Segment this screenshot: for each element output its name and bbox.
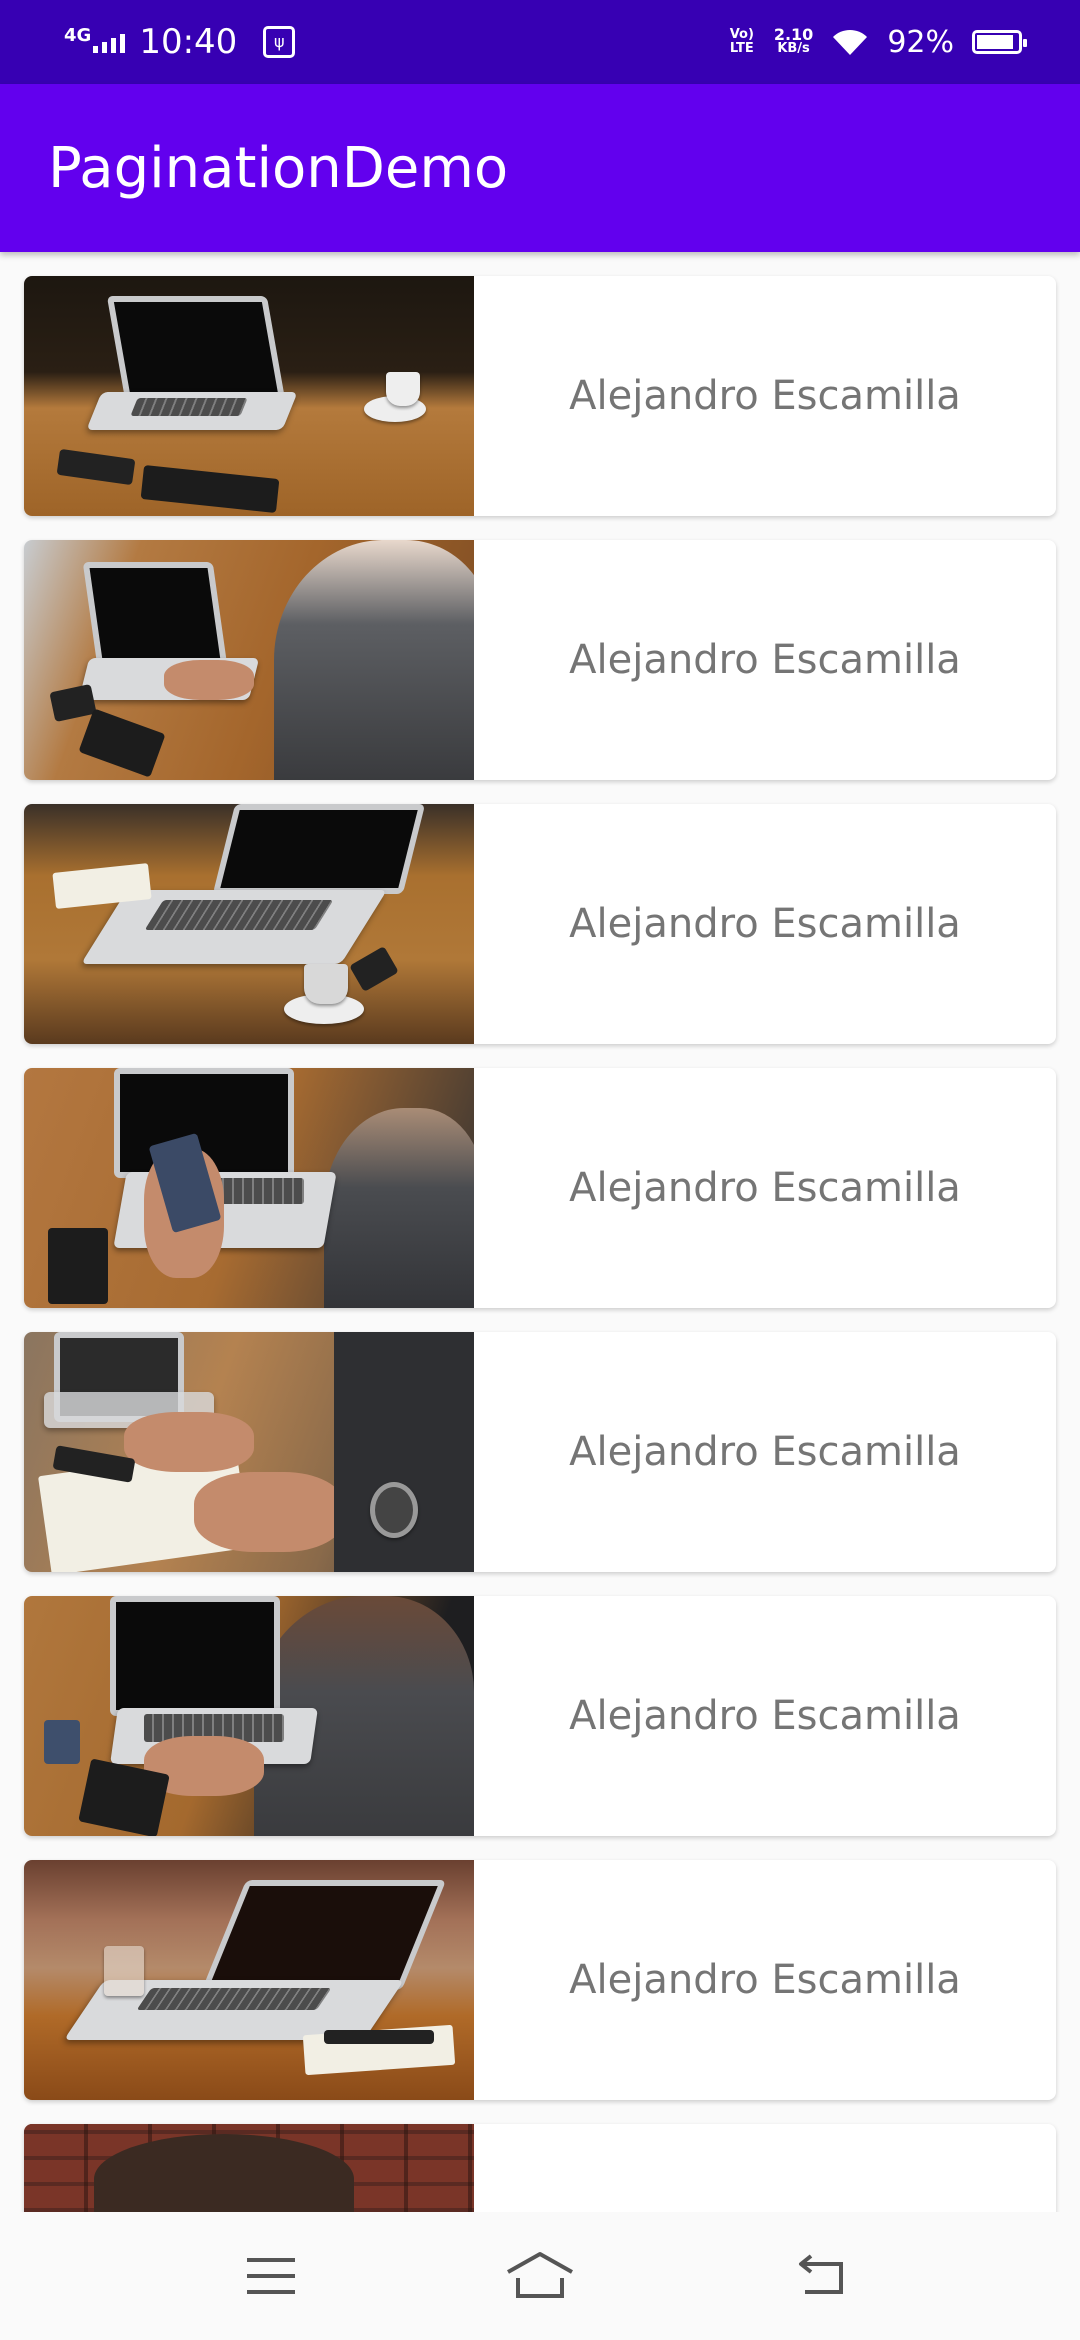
app-title: PaginationDemo xyxy=(48,136,509,201)
menu-button[interactable] xyxy=(191,2212,351,2340)
list-item[interactable]: Alejandro Escamilla xyxy=(24,276,1056,516)
list-item[interactable]: Alejandro Escamilla xyxy=(24,804,1056,1044)
photo-thumbnail xyxy=(24,804,474,1044)
battery-fill xyxy=(977,35,1014,49)
photo-thumbnail xyxy=(24,1068,474,1308)
photo-thumbnail xyxy=(24,1596,474,1836)
author-name: Alejandro Escamilla xyxy=(569,373,961,419)
list-item[interactable]: Alejandro Escamilla xyxy=(24,1068,1056,1308)
photo-thumbnail xyxy=(24,276,474,516)
network-type: 4G xyxy=(64,25,92,46)
net-speed: 2.10 KB/s xyxy=(773,25,814,56)
back-button[interactable] xyxy=(743,2212,903,2340)
volte-icon: Vo) LTE xyxy=(729,27,754,56)
status-bar: 4G 10:40 ψ Vo) LTE 2.10 KB/s 92% xyxy=(0,0,1080,84)
author-name: Alejandro Escamilla xyxy=(569,1693,961,1739)
list-item[interactable] xyxy=(24,2124,1056,2212)
list-item[interactable]: Alejandro Escamilla xyxy=(24,1596,1056,1836)
wifi-icon xyxy=(833,29,868,55)
net-speed-unit: KB/s xyxy=(777,41,810,56)
signal-icon xyxy=(93,31,126,53)
home-button[interactable] xyxy=(460,2212,620,2340)
menu-icon xyxy=(247,2258,295,2294)
home-icon xyxy=(507,2252,573,2298)
navigation-bar xyxy=(0,2212,1080,2340)
app-bar: PaginationDemo xyxy=(0,84,1080,252)
author-name: Alejandro Escamilla xyxy=(569,1429,961,1475)
net-speed-value: 2.10 xyxy=(773,25,814,44)
list-item[interactable]: Alejandro Escamilla xyxy=(24,1332,1056,1572)
photo-thumbnail xyxy=(24,2124,474,2212)
list-item[interactable]: Alejandro Escamilla xyxy=(24,540,1056,780)
author-name: Alejandro Escamilla xyxy=(569,1165,961,1211)
author-name: Alejandro Escamilla xyxy=(569,1957,961,2003)
back-icon xyxy=(799,2254,843,2294)
usb-debug-icon: ψ xyxy=(263,26,296,58)
photo-thumbnail xyxy=(24,540,474,780)
photo-list[interactable]: Alejandro Escamilla Alejandro Escamilla … xyxy=(0,252,1080,2212)
photo-thumbnail xyxy=(24,1332,474,1572)
battery-icon xyxy=(972,30,1027,54)
battery-percent: 92% xyxy=(887,24,954,60)
author-name xyxy=(474,2124,1056,2212)
author-name: Alejandro Escamilla xyxy=(569,637,961,683)
author-name: Alejandro Escamilla xyxy=(569,901,961,947)
clock: 10:40 xyxy=(139,22,238,62)
list-item[interactable]: Alejandro Escamilla xyxy=(24,1860,1056,2100)
photo-thumbnail xyxy=(24,1860,474,2100)
